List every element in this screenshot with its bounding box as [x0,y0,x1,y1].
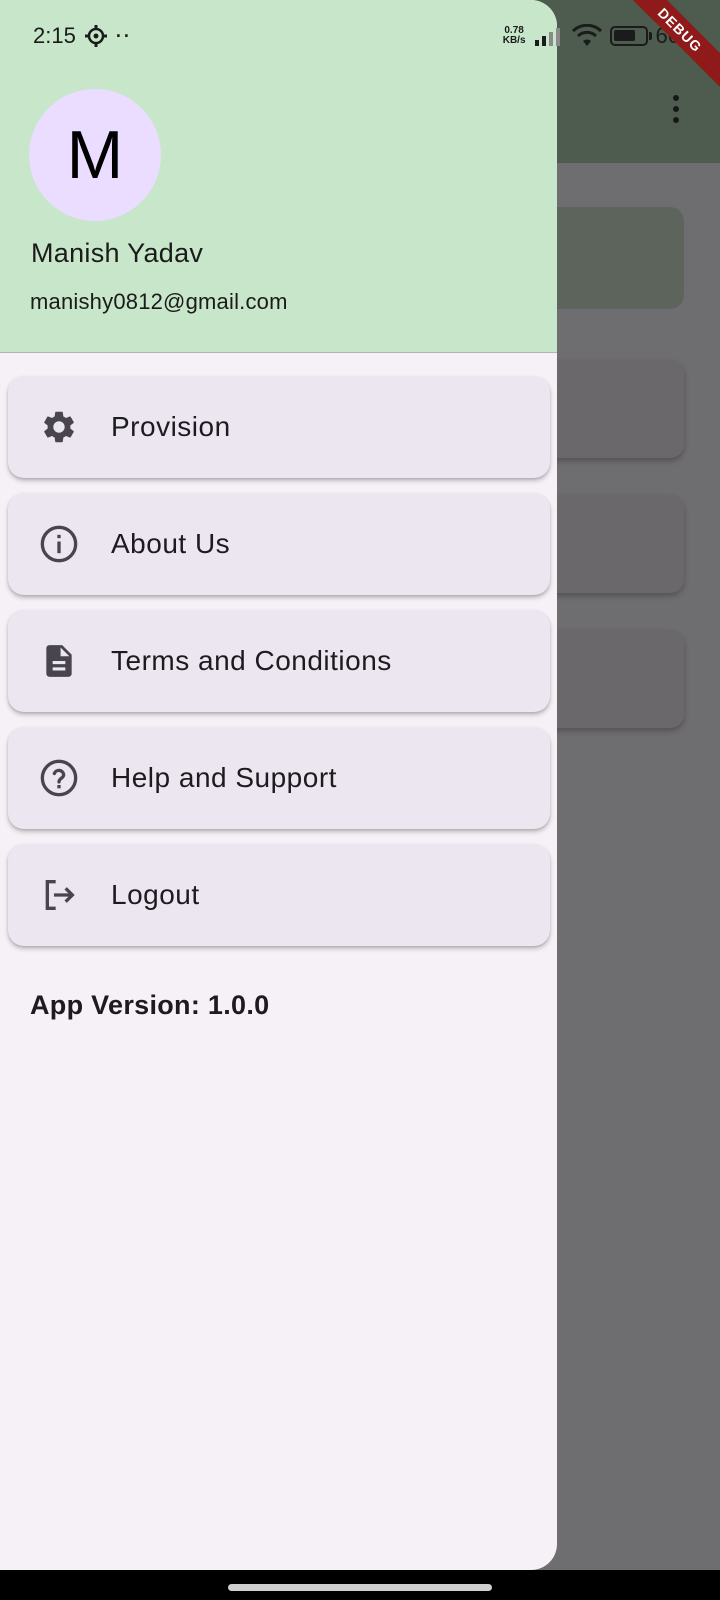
menu-item-terms[interactable]: Terms and Conditions [8,610,550,712]
signal-icon [534,28,560,46]
navigation-drawer: 2:15 ·· M Manish Yadav manishy0812@gmail… [0,0,557,1570]
menu-item-about-us[interactable]: About Us [8,493,550,595]
menu-item-label: Terms and Conditions [111,645,392,676]
app-version: App Version: 1.0.0 [30,990,270,1020]
network-speed-unit: KB/s [502,35,526,46]
help-icon [38,757,80,799]
status-time: 2:15 [33,23,76,48]
wifi-icon [571,24,602,46]
settings-icon [38,406,80,448]
status-overflow-dots: ·· [115,25,132,46]
user-email: manishy0812@gmail.com [30,289,288,314]
gesture-nav-handle[interactable] [228,1584,492,1591]
menu-item-provision[interactable]: Provision [8,376,550,478]
menu-item-label: About Us [111,528,231,559]
avatar[interactable]: M [29,89,161,221]
document-icon [38,640,80,682]
logout-icon [38,874,80,916]
user-name: Manish Yadav [31,238,204,268]
network-speed: 0.78 KB/s [503,26,526,46]
menu-item-label: Provision [111,411,231,442]
drawer-menu: Provision About Us Terms and Conditions [8,376,550,961]
drawer-header: 2:15 ·· M Manish Yadav manishy0812@gmail… [0,0,557,353]
status-bar-left: 2:15 ·· [33,22,132,50]
menu-item-label: Logout [111,879,200,910]
menu-item-logout[interactable]: Logout [8,844,550,946]
menu-item-help[interactable]: Help and Support [8,727,550,829]
avatar-letter: M [66,117,124,193]
battery-icon [609,26,652,46]
status-bar-right: 0.78 KB/s 66 [503,22,680,50]
settings-gear-status-icon [84,25,107,47]
info-icon [38,523,80,565]
menu-item-label: Help and Support [111,762,337,793]
